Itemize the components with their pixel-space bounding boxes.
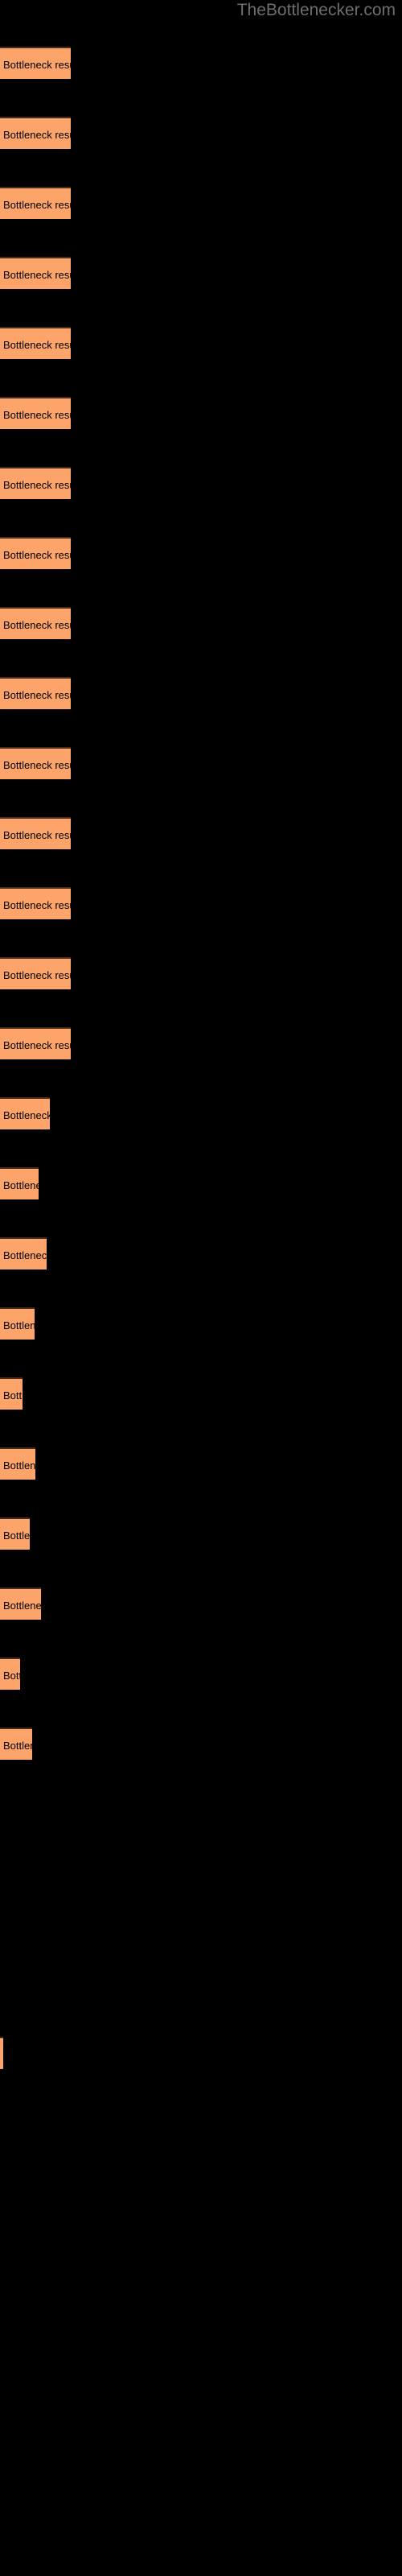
bar-row: Bottleneck result xyxy=(0,467,402,499)
bar-row: Bottleneck result xyxy=(0,747,402,779)
bar-value-label: Bottleneck result xyxy=(3,59,71,71)
bar-value-label: Bottleneck result xyxy=(3,1109,50,1121)
bar-segment[interactable]: Bottleneck result xyxy=(0,1097,50,1129)
bar-row: Bottleneck result xyxy=(0,397,402,429)
bar-row: Bottleneck result xyxy=(0,1447,402,1480)
bar-row: Bottleneck result xyxy=(0,607,402,639)
bar-row: Bottleneck result xyxy=(0,1027,402,1059)
bar-segment[interactable]: Bottleneck result xyxy=(0,1587,41,1620)
bar-segment[interactable]: Bottleneck result xyxy=(0,47,71,79)
bar-value-label: Bottleneck result xyxy=(3,1740,32,1752)
bar-row: Bottleneck result xyxy=(0,1587,402,1620)
bar-value-label: Bottleneck result xyxy=(3,1670,20,1682)
bar-row: Bottleneck result xyxy=(0,47,402,79)
bar-value-label: Bottleneck result xyxy=(3,199,71,211)
bar-segment[interactable]: Bottleneck result xyxy=(0,1728,32,1760)
bar-segment[interactable]: Bottleneck result xyxy=(0,817,71,849)
bar-value-label: Bottleneck result xyxy=(3,1530,30,1542)
bar-segment[interactable]: Bottleneck result xyxy=(0,117,71,149)
bar-value-label: Bottleneck result xyxy=(3,1459,35,1472)
bar-value-label: Bottleneck result xyxy=(3,969,71,981)
bar-value-label: Bottleneck result xyxy=(3,829,71,841)
bar-value-label: Bottleneck result xyxy=(3,759,71,771)
bar-row: Bottleneck result xyxy=(0,1307,402,1340)
bar-value-label: Bottleneck result xyxy=(3,689,71,701)
bar-value-label: Bottleneck result xyxy=(3,409,71,421)
bar-segment[interactable]: Bottleneck result xyxy=(0,1447,35,1480)
bar-value-label: Bottleneck result xyxy=(3,269,71,281)
bar-row: Bottleneck result xyxy=(0,327,402,359)
bar-segment[interactable]: Bottleneck result xyxy=(0,397,71,429)
bar-segment[interactable]: Bottleneck result xyxy=(0,1307,35,1340)
bar-row: Bottleneck result xyxy=(0,537,402,569)
bar-row: Bottleneck result xyxy=(0,1377,402,1410)
bar-row: Bottleneck result xyxy=(0,1097,402,1129)
bar-value-label: Bottleneck result xyxy=(3,1389,23,1402)
bar-value-label: Bottleneck result xyxy=(3,899,71,911)
bar-segment[interactable] xyxy=(0,2037,3,2069)
bar-row: Bottleneck result xyxy=(0,1167,402,1199)
bar-row: Bottleneck result xyxy=(0,957,402,989)
bar-segment[interactable]: Bottleneck result xyxy=(0,327,71,359)
bar-segment[interactable]: Bottleneck result xyxy=(0,747,71,779)
bar-segment[interactable]: Bottleneck result xyxy=(0,1167,39,1199)
bar-row: Bottleneck result xyxy=(0,817,402,849)
bar-segment[interactable]: Bottleneck result xyxy=(0,677,71,709)
bar-row: Bottleneck result xyxy=(0,1728,402,1760)
bar-value-label: Bottleneck result xyxy=(3,1600,41,1612)
bar-value-label: Bottleneck result xyxy=(3,479,71,491)
bar-value-label: Bottleneck result xyxy=(3,619,71,631)
bar-row: Bottleneck result xyxy=(0,117,402,149)
bar-row: Bottleneck result xyxy=(0,1657,402,1690)
bar-value-label: Bottleneck result xyxy=(3,1179,39,1191)
bar-segment[interactable]: Bottleneck result xyxy=(0,1237,47,1269)
bar-segment[interactable]: Bottleneck result xyxy=(0,1657,20,1690)
bar-row: Bottleneck result xyxy=(0,677,402,709)
bar-value-label: Bottleneck result xyxy=(3,1319,35,1331)
bar-segment[interactable]: Bottleneck result xyxy=(0,957,71,989)
bar-segment[interactable]: Bottleneck result xyxy=(0,537,71,569)
bar-segment[interactable]: Bottleneck result xyxy=(0,187,71,219)
bar-row: Bottleneck result xyxy=(0,187,402,219)
bar-segment[interactable]: Bottleneck result xyxy=(0,607,71,639)
bar-segment[interactable]: Bottleneck result xyxy=(0,1027,71,1059)
bar-row xyxy=(0,2037,402,2069)
bar-row: Bottleneck result xyxy=(0,257,402,289)
bar-row: Bottleneck result xyxy=(0,887,402,919)
bar-value-label: Bottleneck result xyxy=(3,1039,71,1051)
bar-value-label: Bottleneck result xyxy=(3,339,71,351)
bar-value-label: Bottleneck result xyxy=(3,549,71,561)
bar-segment[interactable]: Bottleneck result xyxy=(0,1517,30,1550)
bar-segment[interactable]: Bottleneck result xyxy=(0,257,71,289)
bar-segment[interactable]: Bottleneck result xyxy=(0,1377,23,1410)
bar-value-label: Bottleneck result xyxy=(3,129,71,141)
bar-segment[interactable]: Bottleneck result xyxy=(0,467,71,499)
site-watermark: TheBottlenecker.com xyxy=(236,1,396,19)
bar-segment[interactable]: Bottleneck result xyxy=(0,887,71,919)
bar-row: Bottleneck result xyxy=(0,1517,402,1550)
bar-value-label: Bottleneck result xyxy=(3,1249,47,1261)
bar-row: Bottleneck result xyxy=(0,1237,402,1269)
